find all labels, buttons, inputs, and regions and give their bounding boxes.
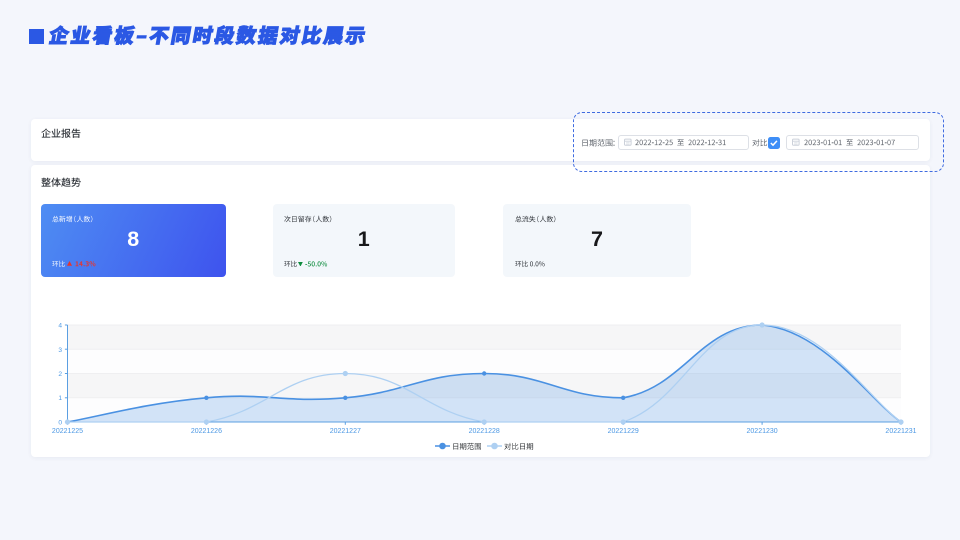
svg-text:20221226: 20221226 [191,428,222,435]
svg-text:20221230: 20221230 [747,428,778,435]
svg-text:4: 4 [58,323,62,330]
svg-text:20221231: 20221231 [885,428,916,435]
svg-text:20221228: 20221228 [469,428,500,435]
svg-text:2: 2 [58,371,62,378]
svg-text:0: 0 [58,420,62,427]
svg-text:20221227: 20221227 [330,428,361,435]
svg-text:1: 1 [58,395,62,402]
svg-text:20221225: 20221225 [52,428,83,435]
svg-text:3: 3 [58,347,62,354]
svg-text:20221229: 20221229 [608,428,639,435]
